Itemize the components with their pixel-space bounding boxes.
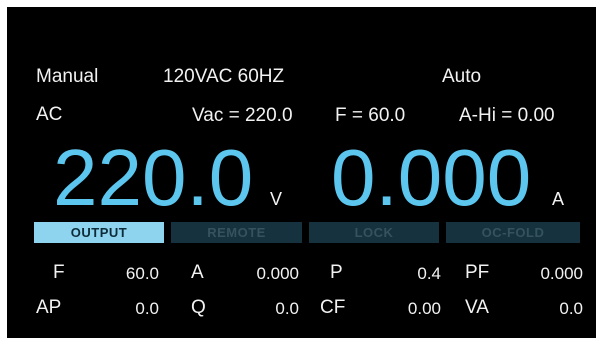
measure-power-factor-value: 0.000 [540, 264, 583, 283]
status-remote: REMOTE [171, 222, 302, 243]
measure-current-value: 0.000 [256, 264, 299, 283]
status-lock: LOCK [309, 222, 439, 243]
measure-power-value: 0.4 [417, 264, 441, 283]
status-output: OUTPUT [34, 222, 164, 243]
measure-power-factor-label: PF [465, 262, 490, 283]
measure-current-label: A [191, 262, 204, 283]
measure-apparent-power-label: AP [36, 297, 62, 318]
current-unit: A [552, 189, 565, 209]
measure-volt-ampere-value: 0.0 [559, 299, 583, 318]
ahi-setpoint: A-Hi = 0.00 [459, 105, 555, 126]
measure-crest-factor-label: CF [320, 297, 346, 318]
output-type-label: AC [36, 104, 63, 125]
measure-frequency-label: F [53, 262, 65, 283]
range-label: Auto [442, 66, 482, 87]
power-supply-display: Manual 120VAC 60HZ Auto AC Vac = 220.0 F… [7, 7, 596, 338]
vac-setpoint: Vac = 220.0 [192, 105, 293, 126]
frequency-setpoint: F = 60.0 [335, 105, 406, 126]
mode-label: Manual [36, 66, 99, 87]
setting-label: 120VAC 60HZ [163, 66, 285, 87]
measure-reactive-power-value: 0.0 [275, 299, 299, 318]
measure-frequency-value: 60.0 [125, 264, 159, 283]
voltage-unit: V [270, 189, 283, 209]
voltage-readout: 220.0 [53, 133, 254, 222]
status-oc-fold: OC-FOLD [446, 222, 580, 243]
measure-apparent-power-value: 0.0 [135, 299, 159, 318]
current-readout: 0.000 [331, 133, 532, 222]
measure-crest-factor-value: 0.00 [407, 299, 441, 318]
measure-reactive-power-label: Q [191, 297, 206, 318]
measure-volt-ampere-label: VA [465, 297, 489, 318]
measure-power-label: P [330, 262, 343, 283]
